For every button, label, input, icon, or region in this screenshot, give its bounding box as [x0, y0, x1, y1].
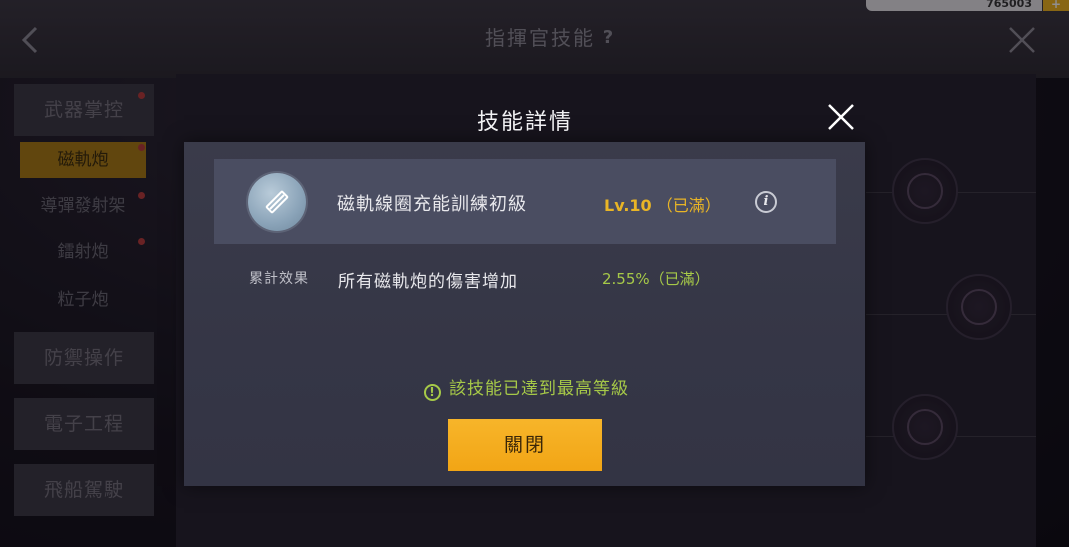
- skill-name: 磁軌線圈充能訓練初級: [337, 194, 527, 215]
- effect-description: 所有磁軌炮的傷害增加: [338, 272, 518, 292]
- effect-value: 2.55%（已滿）: [602, 270, 710, 288]
- close-modal-button[interactable]: 關閉: [448, 419, 602, 471]
- skill-level-note: （已滿）: [656, 196, 721, 215]
- max-level-notice: ! 該技能已達到最高等級: [424, 374, 629, 401]
- railgun-skill-icon: [248, 173, 306, 231]
- screen: 指揮官技能 ? 765003 + 武器掌控 磁軌炮 導彈發射架 鐳射炮 粒子炮 …: [0, 0, 1069, 547]
- railgun-icon: [265, 190, 289, 214]
- effect-label: 累計效果: [249, 271, 309, 287]
- max-level-notice-text: 該技能已達到最高等級: [449, 379, 629, 399]
- modal-close-button[interactable]: [826, 102, 856, 132]
- info-icon[interactable]: i: [755, 191, 777, 213]
- modal-title: 技能詳情: [476, 110, 573, 135]
- skill-level-value: Lv.10: [604, 196, 652, 215]
- exclamation-icon: !: [424, 384, 441, 401]
- close-icon: [828, 104, 854, 130]
- skill-level: Lv.10 （已滿）: [604, 192, 721, 216]
